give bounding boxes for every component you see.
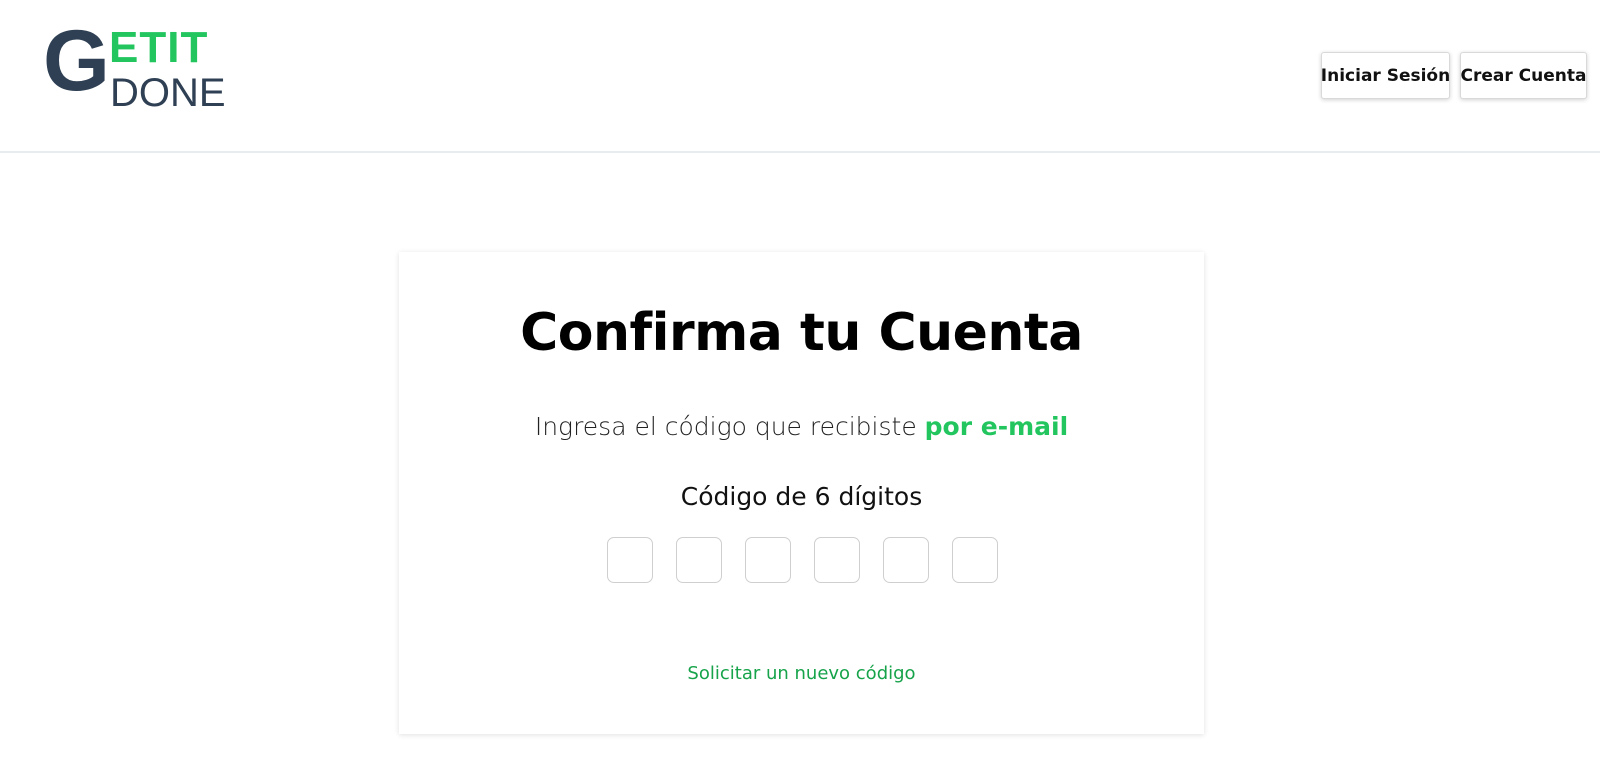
logo-top-text: ETIT <box>109 23 209 72</box>
page-title: Confirma tu Cuenta <box>520 303 1083 363</box>
code-digit-6[interactable] <box>952 537 998 583</box>
logo[interactable]: G ETIT DONE <box>43 18 243 118</box>
code-digit-4[interactable] <box>814 537 860 583</box>
logo-bottom-text: DONE <box>110 71 226 115</box>
logo-letter: G <box>43 13 110 109</box>
site-header: G ETIT DONE Iniciar Sesión Crear Cuenta <box>0 0 1600 153</box>
login-button[interactable]: Iniciar Sesión <box>1321 52 1450 99</box>
code-digit-5[interactable] <box>883 537 929 583</box>
code-digit-1[interactable] <box>607 537 653 583</box>
instructions-accent: por e-mail <box>924 412 1069 441</box>
code-input-group <box>607 537 998 583</box>
signup-button[interactable]: Crear Cuenta <box>1460 52 1587 99</box>
code-digit-2[interactable] <box>676 537 722 583</box>
code-label: Código de 6 dígitos <box>680 482 923 511</box>
instructions-text: Ingresa el código que recibiste por e-ma… <box>399 410 1204 444</box>
code-digit-3[interactable] <box>745 537 791 583</box>
request-new-code-link[interactable]: Solicitar un nuevo código <box>399 662 1204 686</box>
confirm-account-card: Confirma tu Cuenta Ingresa el código que… <box>399 252 1204 734</box>
instructions-prefix: Ingresa el código que recibiste <box>534 412 925 441</box>
